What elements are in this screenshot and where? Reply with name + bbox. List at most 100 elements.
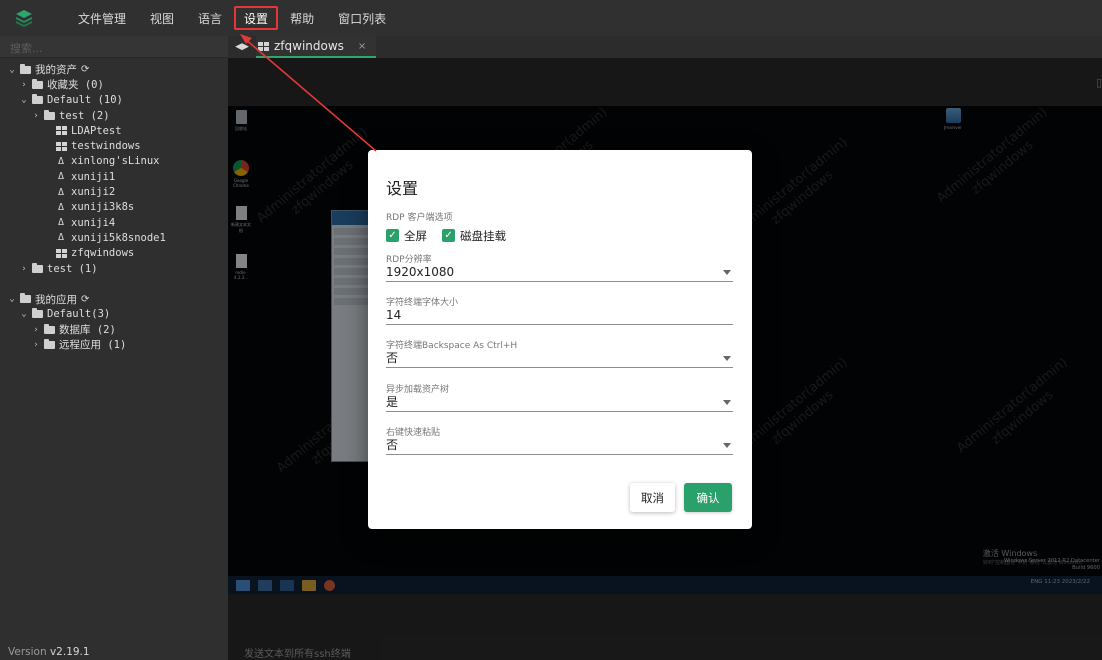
refresh-icon[interactable]: ⟳ [81, 64, 89, 75]
tree-item[interactable]: › 远程应用 (1) [0, 337, 228, 352]
checkmark-icon: ✓ [386, 229, 399, 242]
tree-item-label: test (1) [47, 262, 98, 275]
version-number: v2.19.1 [49, 646, 90, 658]
chevron-right-icon[interactable]: › [30, 111, 42, 121]
dialog-title: 设置 [386, 179, 419, 198]
tree-item[interactable]: ⌄ Default (10) [0, 93, 228, 108]
menu-file-manager[interactable]: 文件管理 [66, 6, 138, 30]
folder-icon [30, 94, 44, 105]
tree-item[interactable]: zfqwindows [0, 246, 228, 261]
dropdown-caret-icon [723, 356, 731, 361]
rdp-options-group: ✓ 全屏 ✓ 磁盘挂载 [386, 223, 516, 244]
menubar: 文件管理 视图 语言 设置 帮助 窗口列表 [0, 0, 1102, 36]
confirm-button[interactable]: 确认 [684, 483, 732, 512]
folder-icon [18, 63, 32, 74]
tree-item-label: 远程应用 (1) [59, 339, 127, 352]
chevron-down-icon[interactable]: ⌄ [18, 95, 30, 105]
close-icon[interactable]: × [358, 41, 366, 52]
async-load-select[interactable]: 是 [386, 392, 733, 412]
chevron-right-icon[interactable]: › [18, 264, 30, 274]
app-window: 文件管理 视图 语言 设置 帮助 窗口列表 搜索... ⌄ 我的资产 ⟳ › 收藏夹 (… [0, 0, 1102, 660]
tree-item[interactable]: Δxuniji1 [0, 169, 228, 184]
tree-item-label: xuniji1 [71, 170, 116, 183]
folder-icon [30, 262, 44, 273]
asset-tree: ⌄ 我的资产 ⟳ › 收藏夹 (0) ⌄ Default (10) › test (2) LDAP… [0, 58, 228, 353]
search-input[interactable]: 搜索... [0, 36, 228, 58]
tree-item-label: test (2) [59, 109, 110, 122]
font-size-input[interactable]: 14 [386, 305, 733, 325]
linux-icon: Δ [57, 217, 65, 229]
tree-item-label: LDAPtest [71, 124, 122, 137]
chevron-down-icon[interactable]: ⌄ [18, 309, 30, 319]
menu-language[interactable]: 语言 [186, 6, 234, 30]
refresh-icon[interactable]: ⟳ [81, 294, 89, 305]
resolution-select[interactable]: 1920x1080 [386, 262, 733, 282]
settings-dialog: 设置 RDP 客户端选项 ✓ 全屏 ✓ 磁盘挂载 RDP分辨率 1920x108… [368, 150, 752, 529]
chevron-right-icon[interactable]: › [30, 340, 42, 350]
tree-item[interactable]: › test (2) [0, 108, 228, 123]
tab-zfqwindows[interactable]: zfqwindows × [256, 36, 377, 58]
tree-item-label: Default (10) [47, 94, 123, 107]
tree-item[interactable]: testwindows [0, 138, 228, 153]
chevron-right-icon[interactable]: › [18, 80, 30, 90]
tree-item[interactable]: Δxuniji5k8snode1 [0, 230, 228, 245]
tree-item[interactable]: Δxuniji4 [0, 215, 228, 230]
tree-item[interactable]: ⌄ 我的资产 ⟳ [0, 62, 228, 77]
cancel-button[interactable]: 取消 [630, 483, 675, 512]
version-prefix: Version [8, 646, 47, 658]
tree-item[interactable]: ⌄ 我的应用 ⟳ [0, 291, 228, 306]
tree-item[interactable]: › 收藏夹 (0) [0, 77, 228, 92]
folder-icon [30, 78, 44, 89]
tree-item-label: xuniji3k8s [71, 201, 135, 214]
tree-item[interactable]: › test (1) [0, 261, 228, 276]
tree-item[interactable]: LDAPtest [0, 123, 228, 138]
backspace-select[interactable]: 否 [386, 348, 733, 368]
dropdown-caret-icon [723, 400, 731, 405]
windows-icon [258, 41, 269, 51]
tab-scroll-arrows-icon[interactable]: ◀▶ [228, 42, 256, 52]
chevron-down-icon[interactable]: ⌄ [6, 65, 18, 75]
app-logo-icon [12, 6, 36, 30]
menu-window-list[interactable]: 窗口列表 [326, 6, 398, 30]
broadcast-input[interactable]: 发送文本到所有ssh终端 [244, 645, 351, 660]
windows-icon [54, 248, 68, 258]
version-label: Version v2.19.1 [8, 646, 90, 658]
folder-icon [42, 323, 56, 334]
menu-help[interactable]: 帮助 [278, 6, 326, 30]
tree-item[interactable]: › 数据库 (2) [0, 322, 228, 337]
folder-icon [30, 308, 44, 319]
tree-item[interactable]: Δxuniji2 [0, 184, 228, 199]
tab-title: zfqwindows [274, 39, 344, 53]
windows-icon [54, 141, 68, 151]
tree-item-label: zfqwindows [71, 247, 135, 260]
tree-item-label: xuniji4 [71, 216, 116, 229]
tab-bar: ◀▶ zfqwindows × [228, 36, 1102, 58]
tree-item-label: xinlong'sLinux [71, 155, 160, 168]
menu-view[interactable]: 视图 [138, 6, 186, 30]
folder-icon [42, 338, 56, 349]
folder-icon [42, 109, 56, 120]
rdp-options-label: RDP 客户端选项 [386, 213, 453, 223]
linux-icon: Δ [57, 186, 65, 198]
fullscreen-checkbox[interactable]: ✓ 全屏 [386, 228, 427, 244]
folder-icon [18, 293, 32, 304]
tree-item-label: Default(3) [47, 308, 111, 321]
tree-item-label: 收藏夹 (0) [47, 79, 104, 92]
disk-mount-checkbox[interactable]: ✓ 磁盘挂载 [442, 228, 506, 244]
tree-item[interactable]: Δxinlong'sLinux [0, 154, 228, 169]
chevron-right-icon[interactable]: › [30, 325, 42, 335]
tree-item[interactable]: ⌄ Default(3) [0, 307, 228, 322]
tree-item-label: 数据库 (2) [59, 324, 116, 337]
windows-icon [54, 126, 68, 136]
chevron-down-icon[interactable]: ⌄ [6, 294, 18, 304]
linux-icon: Δ [57, 155, 65, 167]
tree-item-label: testwindows [71, 140, 141, 153]
dropdown-caret-icon [723, 270, 731, 275]
tree-item-label: xuniji2 [71, 186, 116, 199]
linux-icon: Δ [57, 232, 65, 244]
tree-item-label: 我的应用 [35, 293, 77, 306]
menu-settings[interactable]: 设置 [234, 6, 279, 30]
quick-paste-select[interactable]: 否 [386, 435, 733, 455]
tree-item[interactable]: Δxuniji3k8s [0, 200, 228, 215]
